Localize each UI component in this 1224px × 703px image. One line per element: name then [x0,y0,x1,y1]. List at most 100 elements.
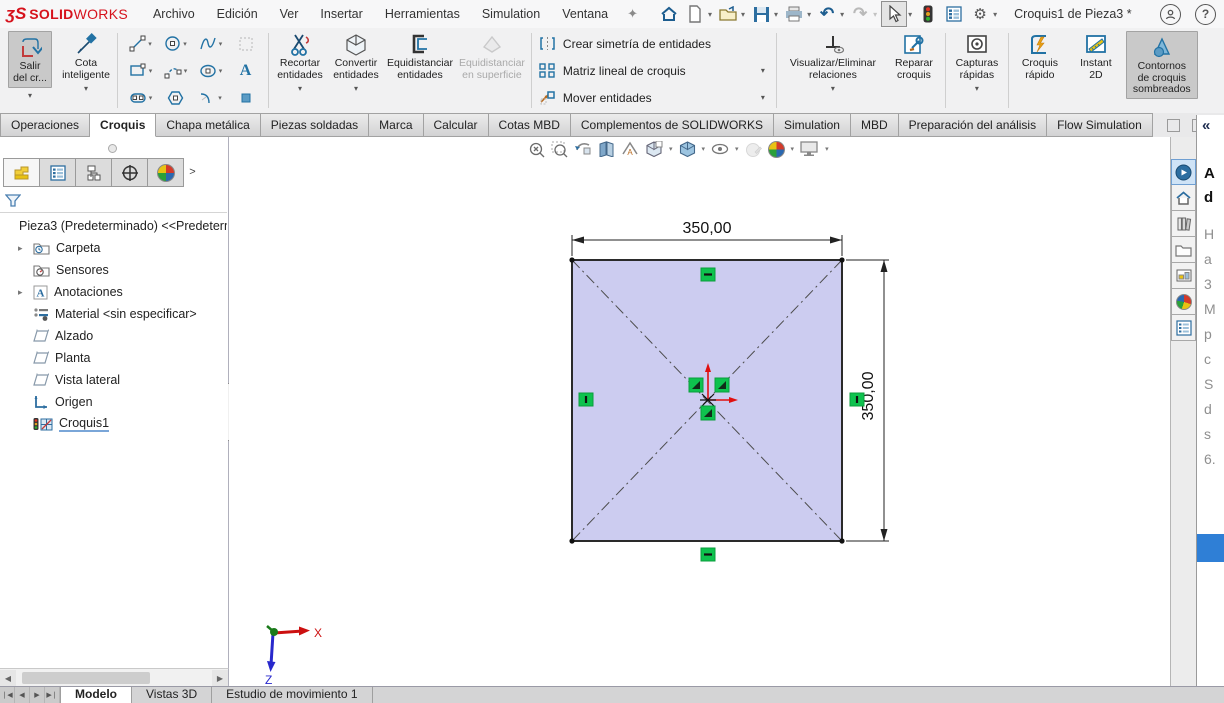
rapid-sketch-button[interactable]: Croquis rápido [1012,28,1068,113]
undo-caret-icon[interactable]: ▾ [840,10,844,19]
ellipse-tool[interactable]: ▾ [199,63,223,79]
save-caret-icon[interactable]: ▾ [774,10,778,19]
first-tab-icon[interactable]: ❘◀ [0,687,15,703]
ellipse-caret-icon[interactable]: ▾ [219,67,223,75]
vertex[interactable] [569,257,575,263]
line-caret-icon[interactable]: ▾ [148,40,152,48]
expand-icon[interactable]: ▸ [18,287,23,298]
taskpane-resources-tab[interactable] [1171,159,1196,185]
open-caret-icon[interactable]: ▾ [741,10,745,19]
tree-item-carpeta[interactable]: ▸ Carpeta [0,237,227,259]
quick-snaps-caret-icon[interactable]: ▾ [975,84,979,93]
slot-tool[interactable]: ▾ [129,92,153,104]
tree-item-vista-lateral[interactable]: Vista lateral [0,369,227,391]
taskpane-blue-button[interactable] [1197,534,1224,562]
relations-caret-icon[interactable]: ▾ [831,84,835,93]
tab-flow-simulation[interactable]: Flow Simulation [1047,113,1153,137]
options-list-button[interactable] [942,2,966,26]
constraint-horizontal-top[interactable] [700,267,716,282]
tree-horizontal-scrollbar[interactable]: ◀ ▶ [0,668,229,687]
offset-entities-button[interactable]: Equidistanciar entidades [384,28,456,113]
slot-caret-icon[interactable]: ▾ [149,94,153,102]
panel-grip-handle[interactable] [108,144,117,153]
tree-item-alzado[interactable]: Alzado [0,325,227,347]
open-button[interactable] [716,2,740,26]
constraint-midpoint-3[interactable] [700,405,716,421]
constraint-vertical-right[interactable] [849,392,865,407]
tab-vistas-3d[interactable]: Vistas 3D [132,687,213,703]
settings-gear-button[interactable]: ⚙ [968,2,992,26]
tree-item-sensores[interactable]: Sensores [0,259,227,281]
help-icon[interactable]: ? [1195,3,1216,25]
spline-tool[interactable]: ▾ [199,35,223,52]
convert-caret-icon[interactable]: ▾ [354,84,358,93]
tab-piezas-soldadas[interactable]: Piezas soldadas [260,113,370,137]
print-button[interactable] [782,2,806,26]
spline-caret-icon[interactable]: ▾ [219,40,223,48]
menu-ver[interactable]: Ver [269,0,310,28]
tree-item-material[interactable]: Material <sin especificar> [0,303,227,325]
taskpane-design-library-tab[interactable] [1171,211,1196,237]
settings-caret-icon[interactable]: ▾ [993,10,997,19]
text-tool[interactable]: A [240,62,252,80]
graphics-area[interactable]: A ▾ ▾ ▾ ▾ ▾ 350,00 350,00 X Z [229,137,1170,686]
scrollbar-thumb[interactable] [22,672,150,684]
tab-marca[interactable]: Marca [369,113,424,137]
menu-herramientas[interactable]: Herramientas [374,0,471,28]
account-icon[interactable] [1160,3,1181,25]
arc-tool[interactable]: ▾ [164,63,188,79]
shaded-sketch-contours-button[interactable]: Contornos de croquis sombreados [1125,31,1198,99]
rectangle-caret-icon[interactable]: ▾ [149,67,153,75]
tab-estudio-movimiento[interactable]: Estudio de movimiento 1 [212,687,373,703]
display-delete-relations-button[interactable]: Visualizar/Eliminar relaciones ▾ [780,28,886,113]
tab-mbd[interactable]: MBD [850,113,899,137]
propertymanager-tab[interactable] [40,158,76,187]
tab-chapa-metalica[interactable]: Chapa metálica [156,113,261,137]
taskpane-appearances-tab[interactable] [1171,289,1196,315]
collapse-chevrons-icon[interactable]: « [1197,115,1224,134]
menu-simulation[interactable]: Simulation [471,0,551,28]
next-tab-icon[interactable]: ▶ [30,687,45,703]
smart-dimension-caret-icon[interactable]: ▾ [84,84,88,93]
tab-croquis[interactable]: Croquis [90,113,157,137]
panel-tabs-more-icon[interactable]: > [184,158,201,185]
featuremanager-tab[interactable] [3,158,40,187]
vertex[interactable] [839,257,845,263]
vertex[interactable] [839,538,845,544]
instant-2d-button[interactable]: Instant 2D [1068,28,1124,113]
linear-pattern-caret-icon[interactable]: ▾ [761,66,769,75]
constraint-horizontal-bottom[interactable] [700,547,716,562]
taskpane-home-tab[interactable] [1171,185,1196,211]
convert-entities-button[interactable]: Convertir entidades ▾ [328,28,384,113]
prev-tab-icon[interactable]: ◀ [15,687,30,703]
pane-left-icon[interactable] [1166,118,1180,132]
rectangle-tool[interactable]: ▾ [129,63,153,78]
redo-button[interactable]: ↷ [848,2,872,26]
constraint-midpoint-1[interactable] [688,377,704,393]
exit-sketch-caret-icon[interactable]: ▾ [28,91,32,100]
taskpane-file-explorer-tab[interactable] [1171,237,1196,263]
tree-item-planta[interactable]: Planta [0,347,227,369]
fillet-tool[interactable]: ▾ [199,90,222,105]
displaymanager-tab[interactable] [148,158,184,187]
constraint-midpoint-2[interactable] [714,377,730,393]
dimxpertmanager-tab[interactable] [112,158,148,187]
arc-caret-icon[interactable]: ▾ [184,67,188,75]
tab-calcular[interactable]: Calcular [423,113,489,137]
rebuild-button[interactable] [916,2,940,26]
save-button[interactable] [749,2,773,26]
tab-operaciones[interactable]: Operaciones [0,113,91,137]
new-caret-icon[interactable]: ▾ [708,10,712,19]
tree-item-anotaciones[interactable]: ▸ A Anotaciones [0,281,227,303]
home-button[interactable] [657,2,681,26]
trim-caret-icon[interactable]: ▾ [298,84,302,93]
tab-cotas-mbd[interactable]: Cotas MBD [488,113,571,137]
tab-preparacion-analisis[interactable]: Preparación del análisis [898,113,1048,137]
print-caret-icon[interactable]: ▾ [807,10,811,19]
tree-item-origen[interactable]: Origen [0,391,227,413]
tab-simulation[interactable]: Simulation [773,113,851,137]
new-document-button[interactable] [683,2,707,26]
scroll-right-icon[interactable]: ▶ [212,670,228,686]
constraint-vertical-left[interactable] [578,392,594,407]
fillet-caret-icon[interactable]: ▾ [218,94,222,102]
